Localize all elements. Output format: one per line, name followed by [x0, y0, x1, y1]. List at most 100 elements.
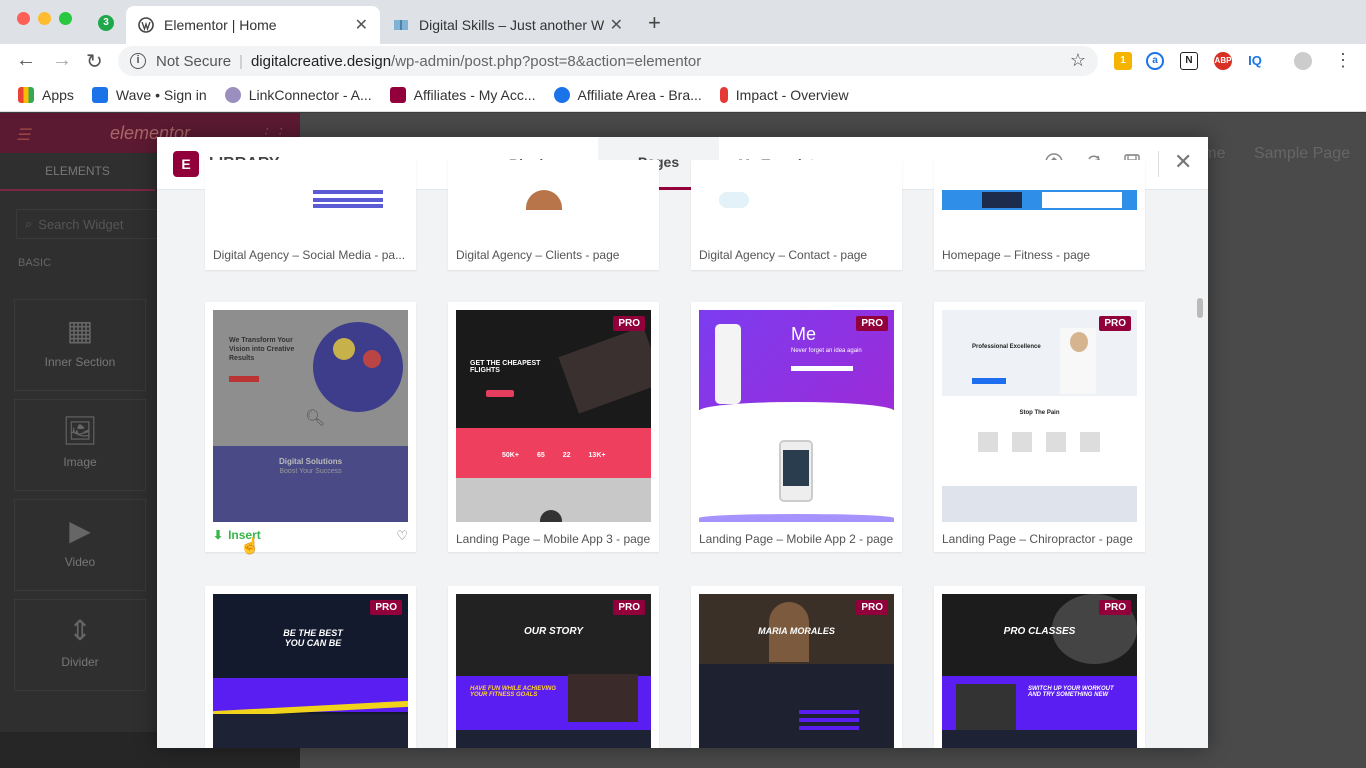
template-card-hovered[interactable]: We Transform Your Vision into Creative R…	[205, 302, 416, 552]
template-caption: Digital Agency – Clients - page	[456, 248, 620, 262]
hamburger-icon[interactable]: ☰	[16, 125, 30, 145]
template-thumbnail	[213, 190, 408, 210]
profile-avatar-icon[interactable]	[1294, 52, 1312, 70]
bookmark-linkconnector[interactable]: LinkConnector - A...	[224, 86, 372, 103]
thumb-sub: SWITCH UP YOUR WORKOUT AND TRY SOMETHING…	[1028, 686, 1114, 698]
url-path: /wp-admin/post.php?post=8&action=element…	[391, 52, 702, 70]
template-card[interactable]: Homepage – Fitness - page	[934, 160, 1145, 270]
window-close-button[interactable]	[17, 12, 30, 25]
template-thumbnail	[942, 190, 1137, 210]
window-zoom-button[interactable]	[59, 12, 72, 25]
widget-label: Video	[64, 555, 96, 569]
extension-badge-icon[interactable]: 1	[1114, 52, 1132, 70]
browser-toolbar: ← → ↻ i Not Secure | digitalcreative.des…	[0, 44, 1366, 78]
widget-image[interactable]: 🖼 Image	[14, 399, 146, 491]
separator: |	[239, 52, 243, 70]
extension-a-icon[interactable]: a	[1146, 52, 1164, 70]
search-placeholder: Search Widget	[38, 216, 124, 232]
template-thumbnail: PRO Professional Excellence Stop The Pai…	[942, 310, 1137, 522]
url-host: digitalcreative.design	[250, 52, 392, 70]
template-card[interactable]: PRO Me Never forget an idea again Landin…	[691, 302, 902, 552]
template-card[interactable]: PRO OUR STORY HAVE FUN WHILE ACHIEVING Y…	[448, 586, 659, 748]
bookmark-affiliates[interactable]: Affiliates - My Acc...	[389, 86, 536, 103]
adblock-icon[interactable]: ABP	[1214, 52, 1232, 70]
zoom-icon[interactable]: 🔍︎	[305, 408, 325, 428]
thumb-stat: 50K+	[502, 452, 519, 459]
close-tab-icon[interactable]: ✕	[355, 15, 368, 35]
thumb-heading: GET THE CHEAPEST FLIGHTS	[470, 360, 541, 374]
pro-badge: PRO	[613, 600, 645, 615]
template-caption: Digital Agency – Contact - page	[699, 248, 868, 262]
book-icon	[393, 17, 409, 33]
impact-icon	[719, 86, 728, 103]
back-button[interactable]: ←	[16, 49, 36, 72]
pro-badge: PRO	[1099, 600, 1131, 615]
widget-inner-section[interactable]: ▦ Inner Section	[14, 299, 146, 391]
search-icon: ⌕	[25, 216, 33, 231]
pro-badge: PRO	[856, 600, 888, 615]
template-thumbnail: PRO MARIA MORALES	[699, 594, 894, 748]
favorite-heart-icon[interactable]: ♡	[396, 528, 408, 544]
tab-group-badge[interactable]: 3	[98, 15, 114, 31]
bookmark-label: Affiliate Area - Bra...	[577, 86, 702, 103]
info-icon[interactable]: i	[130, 53, 146, 69]
thumb-sub: Digital Solutions	[278, 457, 343, 466]
bookmark-affiliate-area[interactable]: Affiliate Area - Bra...	[553, 86, 702, 103]
hand-pointer-icon: ☝	[240, 538, 260, 555]
thumb-heading: Professional Excellence	[972, 344, 1041, 350]
thumb-heading: We Transform Your Vision into Creative R…	[229, 337, 295, 362]
elementor-icon	[389, 86, 406, 103]
template-caption: Digital Agency – Social Media - pa...	[213, 248, 406, 262]
bookmark-impact[interactable]: Impact - Overview	[719, 86, 849, 103]
nav-item-sample-page[interactable]: Sample Page	[1254, 145, 1350, 162]
library-modal: E LIBRARY Blocks Pages My Templates ✕ Di…	[157, 137, 1208, 748]
browser-tab-digital-skills[interactable]: Digital Skills – Just another Wo ✕	[381, 6, 635, 44]
template-card[interactable]: PRO Professional Excellence Stop The Pai…	[934, 302, 1145, 552]
widget-divider[interactable]: ⇕ Divider	[14, 599, 146, 691]
thumb-sub2: Boost Your Success	[279, 468, 342, 475]
thumb-sub: Stop The Pain	[1019, 410, 1060, 416]
image-icon: 🖼	[62, 415, 98, 446]
browser-menu-icon[interactable]: ⋮	[1334, 50, 1352, 71]
template-card[interactable]: PRO PRO CLASSES SWITCH UP YOUR WORKOUT A…	[934, 586, 1145, 748]
reload-button[interactable]: ↻	[86, 49, 103, 74]
extension-count: 1	[1120, 55, 1126, 66]
forward-button[interactable]: →	[52, 49, 72, 72]
template-card[interactable]: Digital Agency – Social Media - pa...	[205, 160, 416, 270]
template-thumbnail	[456, 190, 651, 210]
download-icon: ⬇	[213, 528, 224, 542]
window-minimize-button[interactable]	[38, 12, 51, 25]
template-card[interactable]: PRO MARIA MORALES	[691, 586, 902, 748]
widget-video[interactable]: ▶ Video	[14, 499, 146, 591]
tab-elements[interactable]: ELEMENTS	[0, 153, 155, 191]
pro-badge: PRO	[613, 316, 645, 331]
template-card[interactable]: PRO BE THE BEST YOU CAN BE	[205, 586, 416, 748]
template-thumbnail: PRO OUR STORY HAVE FUN WHILE ACHIEVING Y…	[456, 594, 651, 748]
browser-tab-elementor[interactable]: Elementor | Home ✕	[126, 6, 380, 44]
wave-icon	[91, 86, 108, 103]
extension-iq-icon[interactable]: IQ	[1246, 52, 1264, 70]
bookmark-apps[interactable]: Apps	[18, 86, 74, 103]
template-caption: Landing Page – Mobile App 2 - page	[699, 532, 894, 546]
bookmark-star-icon[interactable]: ☆	[1070, 50, 1086, 71]
pro-badge: PRO	[370, 600, 402, 615]
thumb-heading: OUR STORY	[523, 626, 584, 637]
close-tab-icon[interactable]: ✕	[610, 15, 623, 35]
divider-icon: ⇕	[68, 615, 92, 646]
template-card[interactable]: PRO GET THE CHEAPEST FLIGHTS 50K+ 65 22 …	[448, 302, 659, 552]
template-thumbnail: PRO GET THE CHEAPEST FLIGHTS 50K+ 65 22 …	[456, 310, 651, 522]
extension-n-icon[interactable]: N	[1180, 52, 1198, 70]
template-card[interactable]: Digital Agency – Contact - page	[691, 160, 902, 270]
template-card[interactable]: Digital Agency – Clients - page	[448, 160, 659, 270]
scrollbar-thumb[interactable]	[1197, 298, 1203, 318]
address-bar[interactable]: i Not Secure | digitalcreative.design/wp…	[118, 46, 1098, 76]
close-icon[interactable]: ✕	[1174, 149, 1192, 175]
template-caption: Homepage – Fitness - page	[942, 248, 1091, 262]
bookmark-label: Impact - Overview	[735, 86, 849, 103]
columns-icon: ▦	[66, 315, 94, 346]
thumb-stat: 22	[562, 452, 571, 459]
apps-grid-icon	[18, 86, 34, 103]
bookmark-wave[interactable]: Wave • Sign in	[91, 86, 207, 103]
thumb-stat: 13K+	[588, 452, 606, 459]
new-tab-button[interactable]: +	[648, 10, 661, 36]
